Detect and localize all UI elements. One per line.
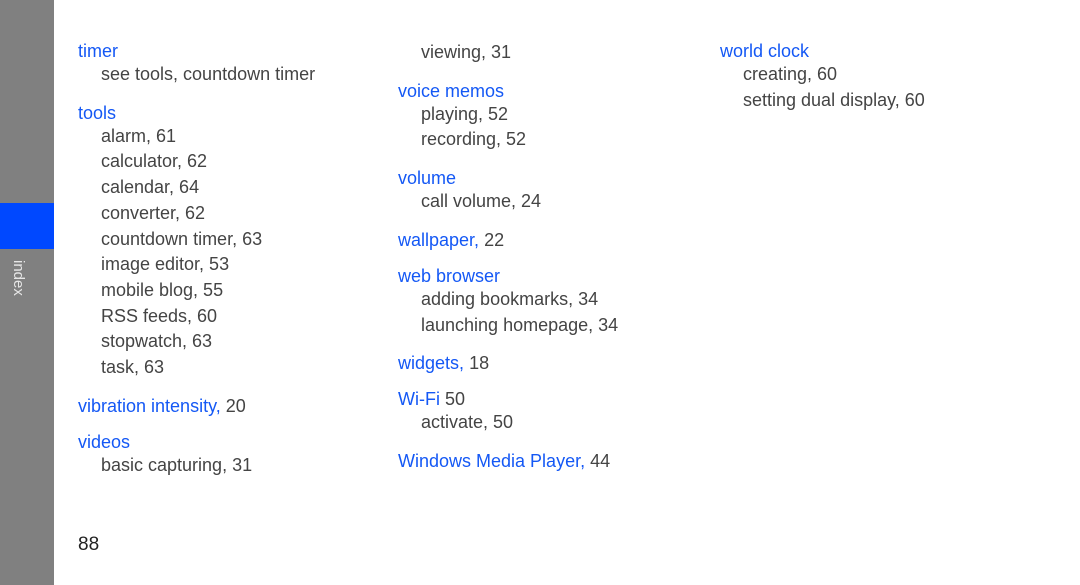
index-heading[interactable]: Wi-Fi 50	[398, 388, 618, 410]
heading-text: web browser	[398, 265, 501, 286]
index-subentry: recording, 52	[421, 129, 527, 150]
page-ref: 18	[469, 353, 490, 374]
index-entry: widgets, 18	[398, 352, 618, 374]
index-column-2: viewing, 31 voice memos playing, 52 recordi…	[398, 40, 618, 486]
index-heading[interactable]: volume	[398, 167, 618, 189]
index-subentry: launching homepage, 34	[421, 314, 619, 335]
index-subentry: call volume, 24	[421, 191, 542, 212]
heading-text: vibration intensity,	[78, 395, 221, 416]
index-subentry: viewing, 31	[421, 42, 512, 62]
sidebar-label: index	[10, 260, 27, 296]
index-entry: vibration intensity, 20	[78, 395, 315, 417]
page-ref: 20	[225, 395, 246, 416]
page-number: 88	[78, 534, 100, 555]
index-subentry: playing, 52	[421, 103, 509, 124]
heading-text: world clock	[720, 41, 810, 61]
page-ref: 44	[590, 450, 611, 471]
index-subentry: activate, 50	[421, 412, 514, 433]
heading-text: widgets,	[398, 353, 465, 374]
index-subentry: image editor, 53	[101, 254, 230, 275]
index-subentry: see tools, countdown timer	[101, 64, 316, 84]
page-ref: 50	[445, 389, 466, 410]
index-entry: web browser adding bookmarks, 34 launching…	[398, 265, 618, 338]
index-subentry: countdown timer, 63	[101, 228, 263, 249]
sidebar: index	[0, 0, 54, 585]
index-subentry: alarm, 61	[101, 125, 177, 146]
index-subentry: creating, 60	[743, 64, 838, 84]
index-subentry: mobile blog, 55	[101, 279, 224, 300]
index-subentry: task, 63	[101, 357, 165, 378]
index-entry: wallpaper, 22	[398, 229, 618, 251]
heading-text: voice memos	[398, 80, 505, 101]
index-heading[interactable]: timer	[78, 40, 315, 62]
index-subentry: basic capturing, 31	[101, 454, 253, 475]
heading-text: Wi-Fi	[398, 389, 440, 410]
index-column-1: timer see tools, countdown timer tools alar…	[78, 40, 315, 492]
index-heading[interactable]: web browser	[398, 265, 618, 287]
index-heading[interactable]: world clock	[720, 40, 925, 62]
index-entry: world clock creating, 60 setting dual disp…	[720, 40, 925, 113]
index-heading[interactable]: wallpaper, 22	[398, 229, 618, 251]
index-column-3: world clock creating, 60 setting dual disp…	[720, 40, 925, 127]
index-subentry: calculator, 62	[101, 151, 208, 172]
heading-text: Windows Media Player,	[398, 450, 586, 471]
index-heading[interactable]: Windows Media Player, 44	[398, 450, 618, 472]
index-heading[interactable]: widgets, 18	[398, 352, 618, 374]
page-ref: 22	[484, 229, 505, 250]
index-heading[interactable]: tools	[78, 102, 315, 124]
index-heading[interactable]: vibration intensity, 20	[78, 395, 315, 417]
index-entry: volume call volume, 24	[398, 167, 618, 215]
index-subentry: calendar, 64	[101, 177, 200, 198]
index-entry: videos basic capturing, 31	[78, 431, 315, 479]
heading-text: volume	[398, 168, 457, 189]
index-entry: voice memos playing, 52 recording, 52	[398, 80, 618, 153]
heading-text: wallpaper,	[398, 229, 480, 250]
heading-text: tools	[78, 102, 117, 123]
index-subentry: stopwatch, 63	[101, 331, 213, 352]
index-entry: tools alarm, 61 calculator, 62 calendar, 64…	[78, 102, 315, 381]
heading-text: videos	[78, 431, 131, 452]
index-entry: Windows Media Player, 44	[398, 450, 618, 472]
heading-text: timer	[78, 41, 118, 61]
index-entry: viewing, 31	[398, 40, 618, 66]
index-heading[interactable]: voice memos	[398, 80, 618, 102]
index-subentry: adding bookmarks, 34	[421, 288, 599, 309]
index-subentry: converter, 62	[101, 202, 206, 223]
index-subentry: RSS feeds, 60	[101, 305, 218, 326]
index-subentry: setting dual display, 60	[743, 89, 925, 110]
index-entry: timer see tools, countdown timer	[78, 40, 315, 88]
index-heading[interactable]: videos	[78, 431, 315, 453]
index-tab-marker[interactable]	[0, 203, 54, 249]
index-entry: Wi-Fi 50 activate, 50	[398, 388, 618, 436]
